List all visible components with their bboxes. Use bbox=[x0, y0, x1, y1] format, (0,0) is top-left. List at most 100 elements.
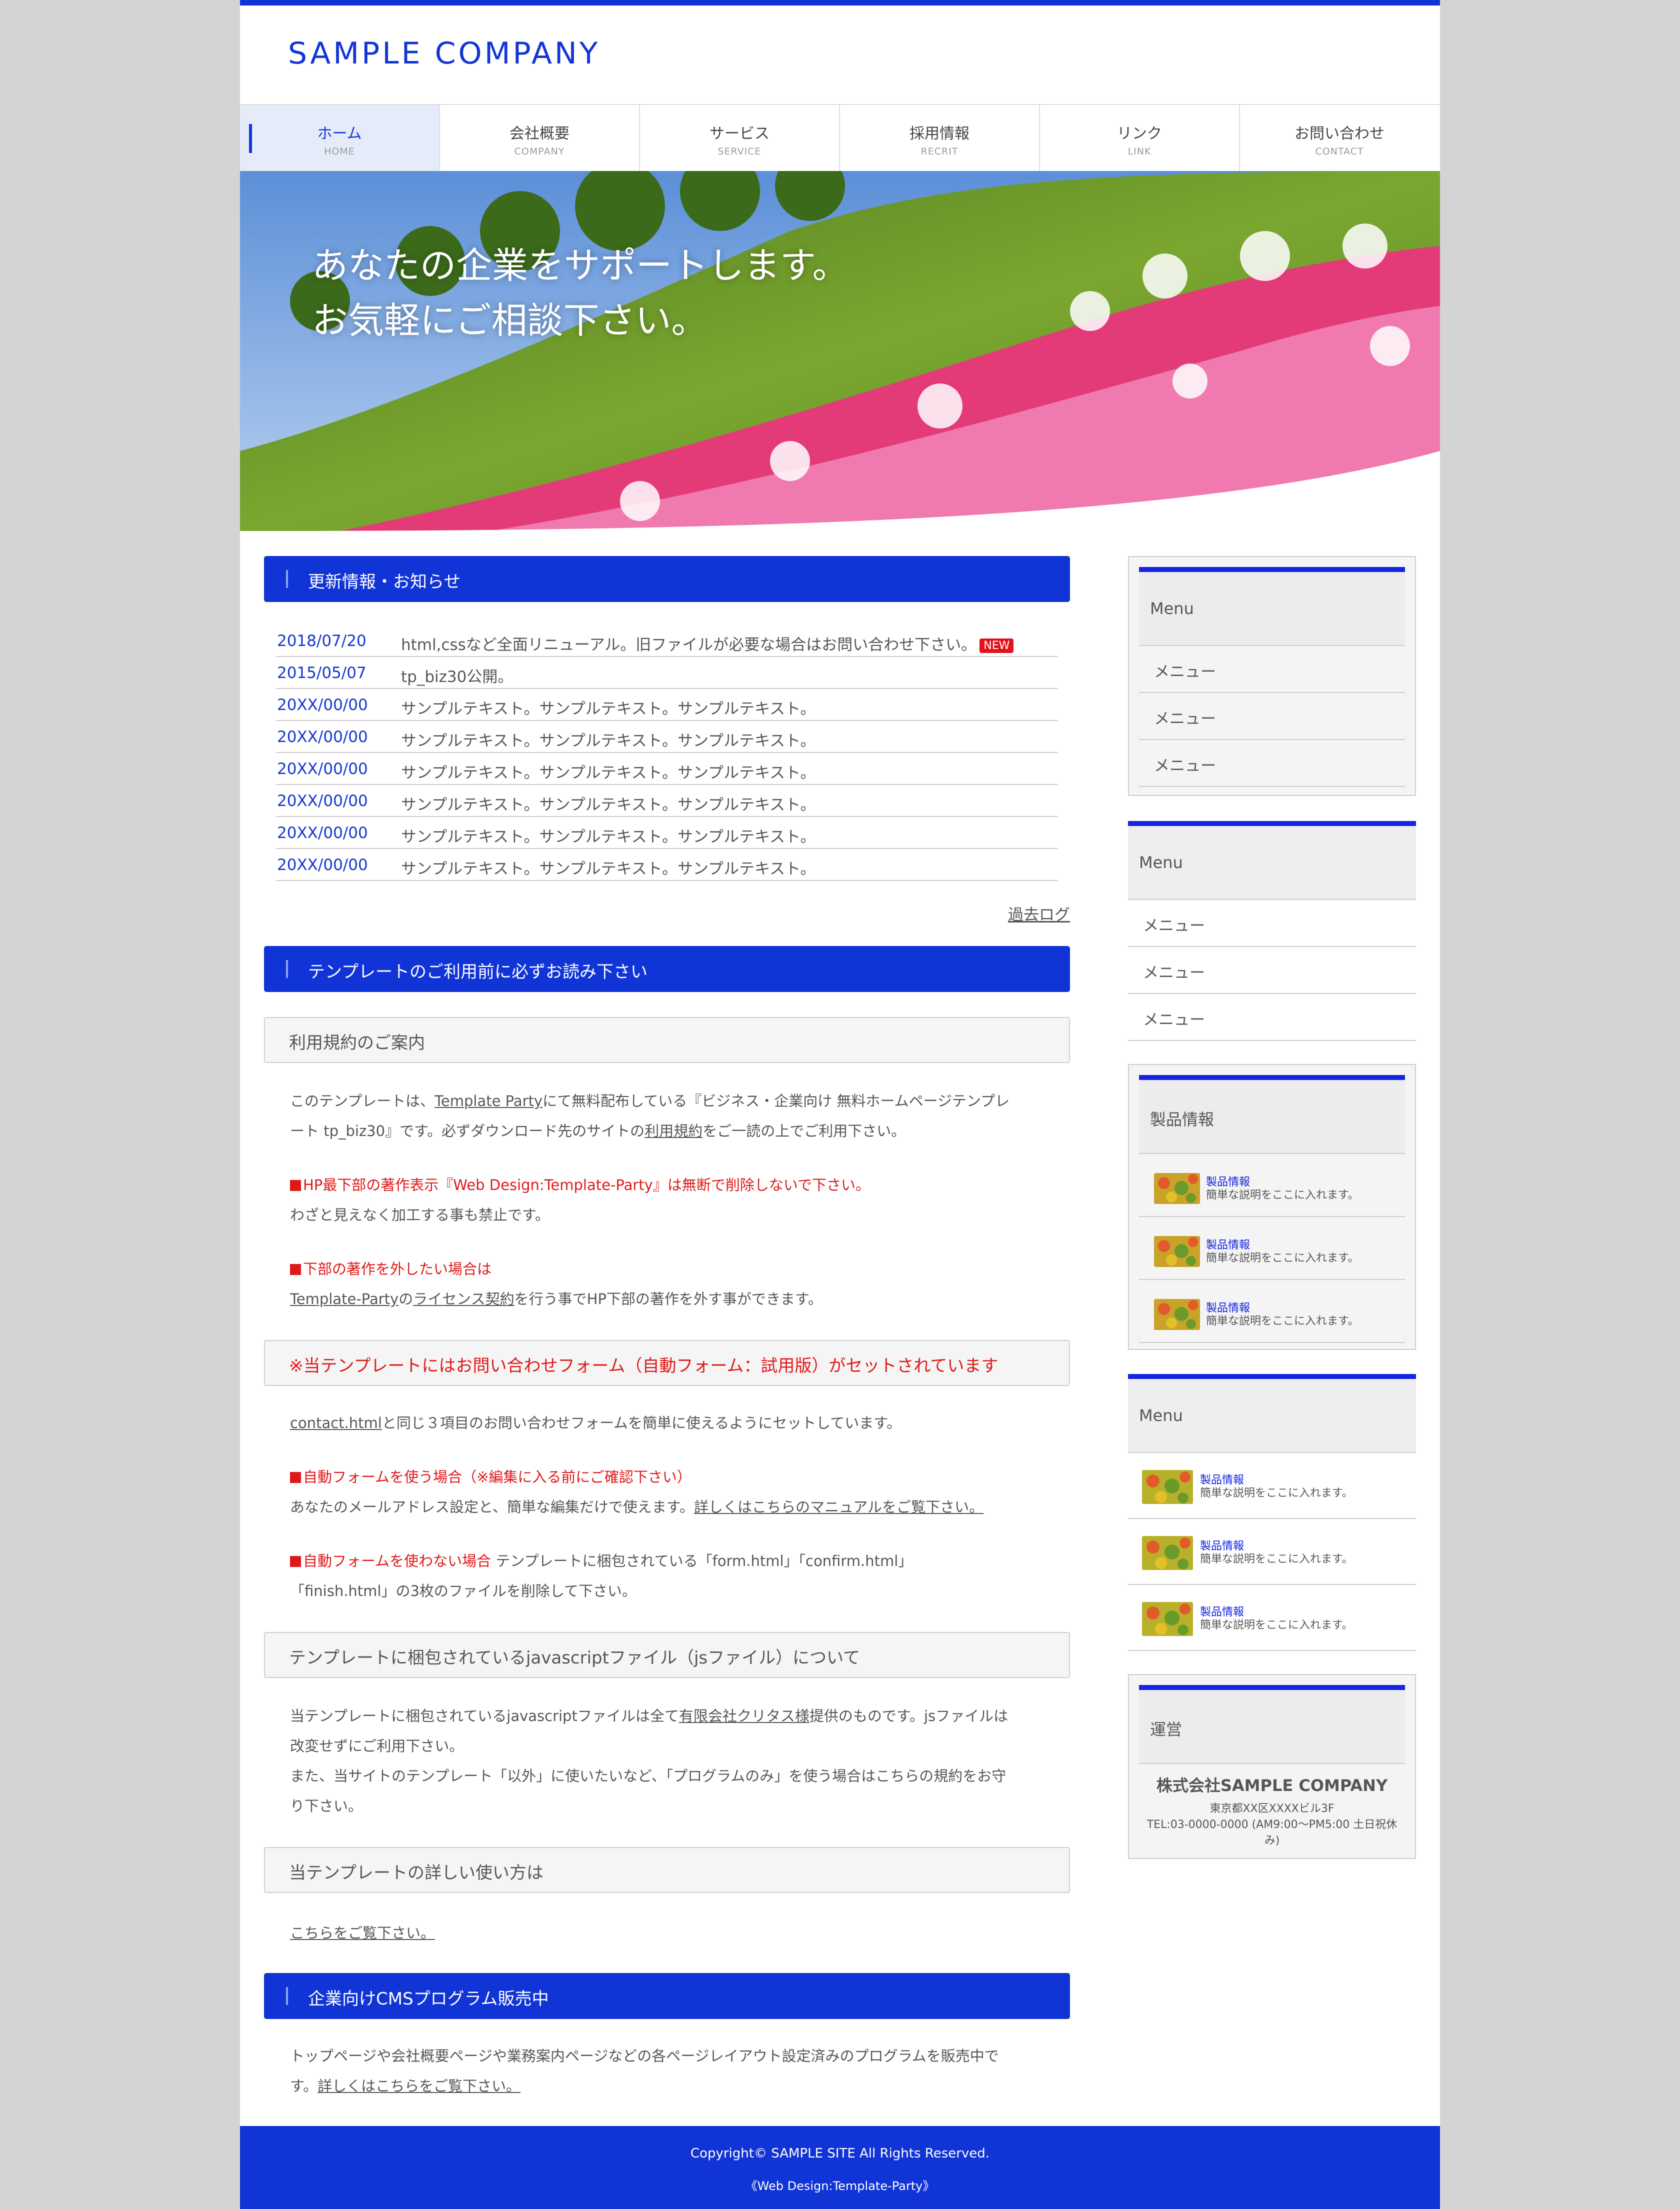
active-marker bbox=[249, 124, 252, 153]
copyright-text: Copyright© SAMPLE SITE All Rights Reserv… bbox=[690, 2146, 990, 2161]
sidebar-menu-item[interactable]: メニュー bbox=[1139, 740, 1405, 787]
product-item[interactable]: 製品情報 簡単な説明をここに入れます。 bbox=[1128, 1585, 1416, 1651]
top-accent-bar bbox=[240, 0, 1440, 6]
text: 当テンプレートに梱包されているjavascriptファイルは全て bbox=[290, 1708, 679, 1724]
cms-details-link[interactable]: 詳しくはこちらをご覧下さい。 bbox=[318, 2078, 520, 2094]
news-text: html,cssなど全面リニューアル。旧ファイルが必要な場合はお問い合わせ下さい… bbox=[401, 632, 1014, 654]
sidebar-menu-item[interactable]: メニュー bbox=[1139, 693, 1405, 740]
news-row: 2018/07/20 html,cssなど全面リニューアル。旧ファイルが必要な場… bbox=[276, 625, 1058, 657]
product-thumbnail bbox=[1142, 1536, 1193, 1570]
sidebar-menu-item[interactable]: メニュー bbox=[1128, 947, 1416, 994]
site-logo[interactable]: SAMPLE COMPANY bbox=[288, 36, 600, 71]
nav-sublabel: LINK bbox=[1128, 146, 1152, 157]
text: の bbox=[398, 1290, 414, 1308]
credit-notice: HP最下部の著作表示『Web Design:Template-Party』は無断… bbox=[290, 1170, 1040, 1230]
box-header: Menu bbox=[1128, 826, 1416, 900]
news-text: サンプルテキスト。サンプルテキスト。サンプルテキスト。 bbox=[401, 796, 816, 814]
product-desc: 簡単な説明をここに入れます。 bbox=[1206, 1315, 1359, 1328]
box-header: 製品情報 bbox=[1139, 1080, 1405, 1154]
news-date: 2018/07/20 bbox=[277, 632, 366, 650]
nav-company[interactable]: 会社概要 COMPANY bbox=[440, 105, 640, 172]
text: 「finish.html」の3枚のファイルを削除して下さい。 bbox=[290, 1582, 637, 1600]
nav-contact[interactable]: お問い合わせ CONTACT bbox=[1240, 105, 1439, 172]
nav-recruit[interactable]: 採用情報 RECRIT bbox=[840, 105, 1040, 172]
hero-image bbox=[240, 171, 1440, 531]
nav-label: 会社概要 bbox=[510, 125, 570, 142]
text: を行う事でHP下部の著作を外す事ができます。 bbox=[514, 1290, 823, 1308]
hero-headline-1: あなたの企業をサポートします。 bbox=[312, 244, 848, 286]
terms-paragraph: このテンプレートは、Template Partyにて無料配布している『ビジネス・… bbox=[290, 1086, 1040, 1146]
heading-text: テンプレートのご利用前に必ずお読み下さい bbox=[308, 962, 648, 982]
box-accent-bar bbox=[1139, 1685, 1405, 1690]
menu-label: メニュー bbox=[1154, 710, 1216, 728]
js-paragraph: 当テンプレートに梱包されているjavascriptファイルは全て有限会社クリタス… bbox=[290, 1701, 1040, 1821]
text: わざと見えなく加工する事も禁止です。 bbox=[290, 1206, 550, 1224]
box-accent-bar bbox=[1139, 567, 1405, 572]
news-heading: 更新情報・お知らせ bbox=[264, 556, 1070, 602]
new-badge: NEW bbox=[980, 638, 1014, 653]
warning-text: 自動フォームを使わない場合 bbox=[303, 1552, 492, 1570]
design-credit-link[interactable]: 《Web Design:Template-Party》 bbox=[240, 2176, 1440, 2194]
news-date: 20XX/00/00 bbox=[277, 856, 368, 874]
box-title: 製品情報 bbox=[1150, 1110, 1214, 1129]
text: テンプレートに梱包されている「form.html」「confirm.html」 bbox=[491, 1552, 913, 1570]
text: ート tp_biz30』です。必ずダウンロード先のサイトの bbox=[290, 1122, 645, 1140]
company-name: 株式会社SAMPLE COMPANY bbox=[1156, 1776, 1388, 1795]
product-thumbnail bbox=[1142, 1602, 1193, 1636]
manual-link[interactable]: 詳しくはこちらのマニュアルをご覧下さい。 bbox=[694, 1498, 984, 1516]
cms-heading: 企業向けCMSプログラム販売中 bbox=[264, 1973, 1070, 2019]
kuritas-link[interactable]: 有限会社クリタス様 bbox=[679, 1708, 810, 1724]
red-square-icon bbox=[290, 1556, 301, 1567]
company-address: 東京都XX区XXXXビル3F bbox=[1210, 1802, 1334, 1815]
product-item[interactable]: 製品情報 簡単な説明をここに入れます。 bbox=[1128, 1519, 1416, 1585]
usage-link[interactable]: こちらをご覧下さい。 bbox=[290, 1924, 435, 1942]
menu-label: メニュー bbox=[1143, 964, 1205, 982]
heading-text: 企業向けCMSプログラム販売中 bbox=[308, 1989, 549, 2009]
product-thumbnail bbox=[1154, 1236, 1200, 1267]
nav-sublabel: SERVICE bbox=[718, 146, 762, 157]
product-item[interactable]: 製品情報 簡単な説明をここに入れます。 bbox=[1139, 1154, 1405, 1217]
sidebar-menu-item[interactable]: メニュー bbox=[1139, 646, 1405, 693]
contact-html-link[interactable]: contact.html bbox=[290, 1414, 382, 1432]
text: 改変せずにご利用下さい。 bbox=[290, 1738, 464, 1754]
news-text-body: html,cssなど全面リニューアル。旧ファイルが必要な場合はお問い合わせ下さい… bbox=[401, 636, 977, 654]
nav-sublabel: CONTACT bbox=[1315, 146, 1364, 157]
sidebar-products-box: 製品情報 製品情報 簡単な説明をここに入れます。 製品情報 簡単な説明をここに入… bbox=[1128, 1064, 1416, 1350]
terms-link[interactable]: 利用規約 bbox=[644, 1122, 702, 1140]
box-title: Menu bbox=[1150, 599, 1194, 618]
news-date: 20XX/00/00 bbox=[277, 728, 368, 746]
news-date: 20XX/00/00 bbox=[277, 760, 368, 778]
news-row: 20XX/00/00 サンプルテキスト。サンプルテキスト。サンプルテキスト。 bbox=[276, 849, 1058, 881]
license-link[interactable]: ライセンス契約 bbox=[413, 1290, 514, 1308]
nav-home[interactable]: ホーム HOME bbox=[240, 105, 440, 172]
nav-sublabel: HOME bbox=[324, 146, 355, 157]
news-text: サンプルテキスト。サンプルテキスト。サンプルテキスト。 bbox=[401, 700, 816, 718]
template-party-link[interactable]: Template-Party bbox=[290, 1290, 398, 1308]
box-title: 運営 bbox=[1150, 1720, 1182, 1739]
template-party-link[interactable]: Template Party bbox=[434, 1092, 542, 1110]
past-log-link[interactable]: 過去ログ bbox=[1008, 902, 1070, 924]
news-text: サンプルテキスト。サンプルテキスト。サンプルテキスト。 bbox=[401, 764, 816, 782]
nav-label: リンク bbox=[1117, 125, 1162, 142]
news-row: 2015/05/07 tp_biz30公開。 bbox=[276, 657, 1058, 689]
heading-text: 更新情報・お知らせ bbox=[308, 572, 461, 592]
warning-text: 自動フォームを使う場合（※編集に入る前にご確認下さい） bbox=[303, 1468, 692, 1486]
text: と同じ３項目のお問い合わせフォームを簡単に使えるようにセットしています。 bbox=[382, 1414, 902, 1432]
text: また、当サイトのテンプレート「以外」に使いたいなど、「プログラムのみ」を使う場合… bbox=[290, 1768, 1006, 1784]
sidebar-menu-item[interactable]: メニュー bbox=[1128, 900, 1416, 947]
nav-link[interactable]: リンク LINK bbox=[1040, 105, 1240, 172]
product-item[interactable]: 製品情報 簡単な説明をここに入れます。 bbox=[1139, 1280, 1405, 1343]
product-item[interactable]: 製品情報 簡単な説明をここに入れます。 bbox=[1128, 1453, 1416, 1519]
heading-mark bbox=[286, 570, 288, 588]
product-desc: 簡単な説明をここに入れます。 bbox=[1200, 1487, 1353, 1500]
sidebar-menu-item[interactable]: メニュー bbox=[1128, 994, 1416, 1041]
nav-service[interactable]: サービス SERVICE bbox=[640, 105, 840, 172]
product-desc: 簡単な説明をここに入れます。 bbox=[1200, 1553, 1353, 1566]
cms-paragraph: トップページや会社概要ページや業務案内ページなどの各ページレイアウト設定済みのプ… bbox=[290, 2041, 1040, 2101]
product-item[interactable]: 製品情報 簡単な説明をここに入れます。 bbox=[1139, 1217, 1405, 1280]
global-nav: ホーム HOME 会社概要 COMPANY サービス SERVICE 採用情報 … bbox=[240, 104, 1440, 173]
news-text: サンプルテキスト。サンプルテキスト。サンプルテキスト。 bbox=[401, 732, 816, 750]
terms-subheading: 利用規約のご案内 bbox=[264, 1017, 1070, 1063]
news-row: 20XX/00/00 サンプルテキスト。サンプルテキスト。サンプルテキスト。 bbox=[276, 753, 1058, 785]
product-thumbnail bbox=[1142, 1470, 1193, 1504]
